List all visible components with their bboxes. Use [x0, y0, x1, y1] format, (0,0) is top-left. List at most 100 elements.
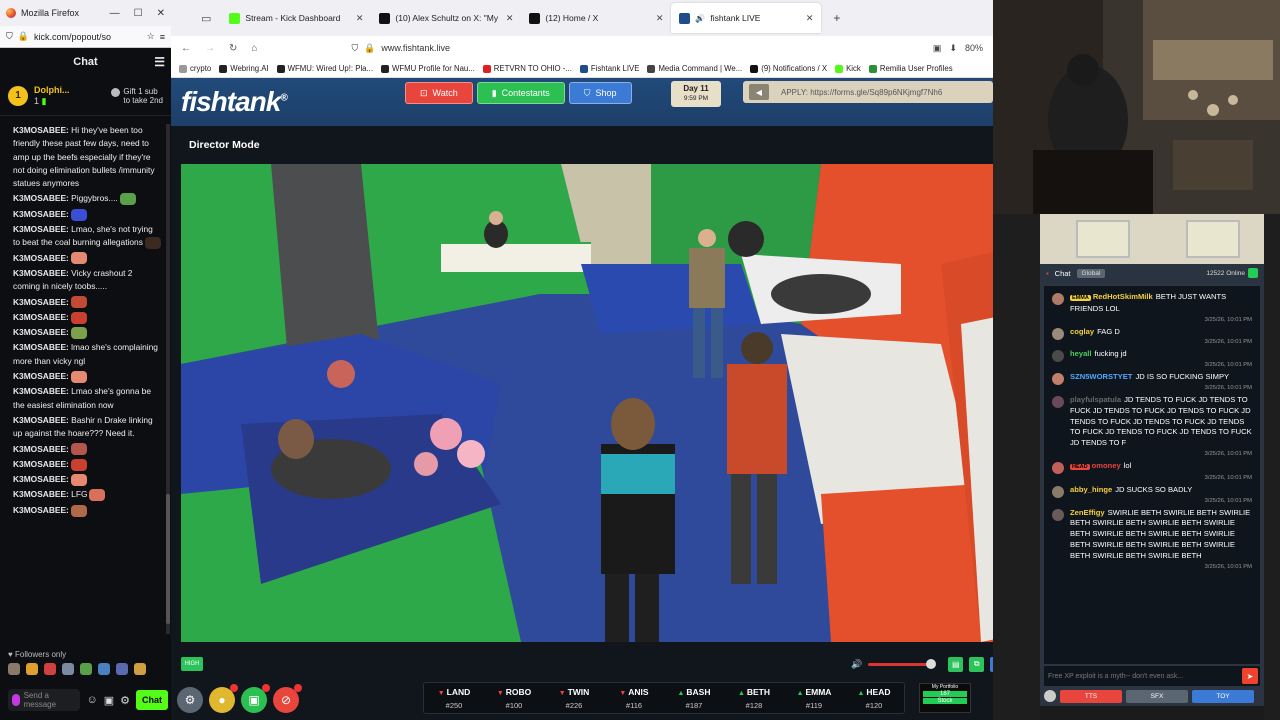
online-icon[interactable] [1248, 268, 1258, 278]
global-tab[interactable]: Global [1076, 268, 1106, 278]
portfolio-widget[interactable]: My Portfolio 187 Stock [919, 683, 971, 713]
chat-username[interactable]: K3MOSABEE: [13, 444, 69, 454]
chat-scrollbar[interactable] [166, 124, 170, 634]
avatar[interactable] [1052, 485, 1064, 498]
chat-username[interactable]: K3MOSABEE: [13, 489, 69, 499]
star-icon[interactable]: ☆ [147, 31, 155, 42]
live-camera-feed[interactable] [181, 164, 1029, 642]
quality-badge[interactable]: HIGH [181, 657, 203, 671]
chat-tts-button[interactable]: TTS [1060, 689, 1122, 703]
nav-button-contestants[interactable]: ▮ Contestants [476, 82, 565, 104]
chat-username[interactable]: K3MOSABEE: [13, 327, 69, 337]
address-text[interactable]: www.fishtank.live [381, 43, 450, 53]
banner-slot[interactable] [1186, 220, 1240, 258]
reload-icon[interactable]: ↻ [229, 43, 237, 54]
cam-stock-head[interactable]: ▲ HEAD #120 [844, 683, 904, 713]
emote-icon[interactable] [80, 663, 92, 675]
chat-message-list[interactable]: K3MOSABEE: Hi they've been too friendly … [0, 124, 165, 648]
new-tab-icon[interactable]: + [833, 11, 840, 25]
chat-username[interactable]: K3MOSABEE: [13, 268, 69, 278]
close-tab-icon[interactable]: ✕ [356, 13, 364, 24]
volume-slider[interactable] [868, 658, 937, 669]
close-icon[interactable]: ✕ [157, 8, 165, 19]
avatar[interactable] [1052, 293, 1064, 305]
emote-icon[interactable] [98, 663, 110, 675]
chat-username[interactable]: abby_hinge [1070, 485, 1112, 494]
reader-icon[interactable]: ≡ [160, 32, 165, 42]
banner-slot[interactable] [1076, 220, 1130, 258]
chat-username[interactable]: K3MOSABEE: [13, 125, 69, 135]
tab-overview-icon[interactable]: ▭ [201, 12, 211, 25]
download-icon[interactable]: ⬇ [949, 43, 957, 54]
close-tab-icon[interactable]: ✕ [656, 13, 664, 24]
bookmark-item[interactable]: Fishtank LIVE [579, 64, 639, 73]
bookmark-item[interactable]: WFMU: Wired Up!: Pla... [276, 64, 373, 73]
emote-icon[interactable] [8, 663, 20, 675]
chat-input[interactable]: Send a message [8, 689, 81, 711]
bookmark-item[interactable]: crypto [179, 64, 211, 73]
chat-username[interactable]: K3MOSABEE: [13, 386, 69, 396]
cam-stock-land[interactable]: ▼ LAND #250 [424, 683, 484, 713]
apply-ticker[interactable]: ◀ APPLY: https://forms.gle/Sq89p6NKjmgf7… [743, 81, 993, 103]
cam-stock-emma[interactable]: ▲ EMMA #119 [784, 683, 844, 713]
shield-icon[interactable]: ⛉ [351, 43, 358, 54]
chat-sfx-button[interactable]: SFX [1126, 689, 1188, 703]
chat-input[interactable]: Free XP exploit is a myth-- don't even a… [1044, 666, 1260, 686]
browser-tab[interactable]: Stream - Kick Dashboard ✕ [221, 3, 371, 33]
clips-icon[interactable]: ▤ [948, 656, 964, 672]
cast-icon[interactable]: ⧉ [969, 656, 985, 672]
url-text[interactable]: kick.com/popout/so [34, 32, 142, 42]
volume-knob[interactable] [926, 658, 937, 669]
fishtank-logo[interactable]: fishtank® [181, 86, 288, 118]
chat-username[interactable]: SZN5WORSTYET [1070, 372, 1132, 381]
bookmark-item[interactable]: Media Command | We... [647, 64, 742, 73]
cam-stock-bash[interactable]: ▲ BASH #187 [664, 683, 724, 713]
minimize-icon[interactable]: — [110, 8, 120, 19]
nav-button-shop[interactable]: ⛉ Shop [568, 82, 632, 104]
gift-box-icon[interactable]: ▣ [104, 694, 114, 707]
chat-username[interactable]: ZenEffigy [1070, 508, 1105, 517]
audio-icon[interactable]: 🔊 [695, 14, 705, 23]
bookmark-item[interactable]: Webring.AI [219, 64, 269, 73]
chat-username[interactable]: K3MOSABEE: [13, 193, 69, 203]
cam-stock-beth[interactable]: ▲ BETH #128 [724, 683, 784, 713]
settings-icon[interactable]: ⚙ [120, 694, 130, 707]
close-tab-icon[interactable]: ✕ [806, 13, 814, 24]
chat-username[interactable]: K3MOSABEE: [13, 312, 69, 322]
chat-username[interactable]: playfulspatula [1070, 395, 1121, 404]
browser-tab[interactable]: 🔊 fishtank LIVE ✕ [671, 3, 822, 33]
nav-button-watch[interactable]: ⊡ Watch [405, 82, 473, 104]
avatar[interactable] [1052, 373, 1064, 386]
bookmark-item[interactable]: Kick [835, 64, 861, 73]
back-icon[interactable]: ← [181, 43, 191, 54]
shield-icon[interactable]: ⛉ [6, 31, 13, 42]
emote-icon[interactable] [62, 663, 74, 675]
chat-username[interactable]: K3MOSABEE: [13, 224, 69, 234]
bookmark-item[interactable]: Remilia User Profiles [868, 64, 953, 73]
chat-username[interactable]: K3MOSABEE: [13, 253, 69, 263]
maximize-icon[interactable]: ☐ [134, 8, 143, 19]
screenshot-icon[interactable]: ▣ [933, 43, 942, 54]
home-icon[interactable]: ⌂ [251, 43, 257, 54]
powers-icon[interactable]: ⊘ [273, 684, 302, 713]
emote-icon[interactable] [26, 663, 38, 675]
zoom-level[interactable]: 80% [965, 43, 983, 54]
menu-icon[interactable]: ☰ [154, 55, 165, 69]
chat-username[interactable]: K3MOSABEE: [13, 459, 69, 469]
emoji-icon[interactable] [1044, 690, 1056, 702]
emote-icon[interactable] [44, 663, 56, 675]
settings-gear-icon[interactable]: ⚙ [177, 687, 203, 713]
emote-icon[interactable] [134, 663, 146, 675]
scrollbar-thumb[interactable] [166, 494, 170, 624]
mic-icon[interactable] [12, 694, 20, 706]
send-icon[interactable]: ➤ [1242, 668, 1258, 684]
top-gifter[interactable]: Dolphi... 1 ▮ [34, 85, 70, 107]
chat-username[interactable]: K3MOSABEE: [13, 297, 69, 307]
items-icon[interactable]: ▣ [241, 684, 270, 713]
apply-text[interactable]: APPLY: https://forms.gle/Sq89p6NKjmgf7Nh… [781, 88, 942, 97]
bookmark-item[interactable]: WFMU Profile for Nau... [381, 64, 475, 73]
chat-username[interactable]: heyall [1070, 349, 1092, 358]
gift-sub-prompt[interactable]: Gift 1 sub to take 2nd [111, 87, 163, 105]
chat-username[interactable]: omoney [1092, 461, 1121, 470]
emote-icon[interactable] [116, 663, 128, 675]
